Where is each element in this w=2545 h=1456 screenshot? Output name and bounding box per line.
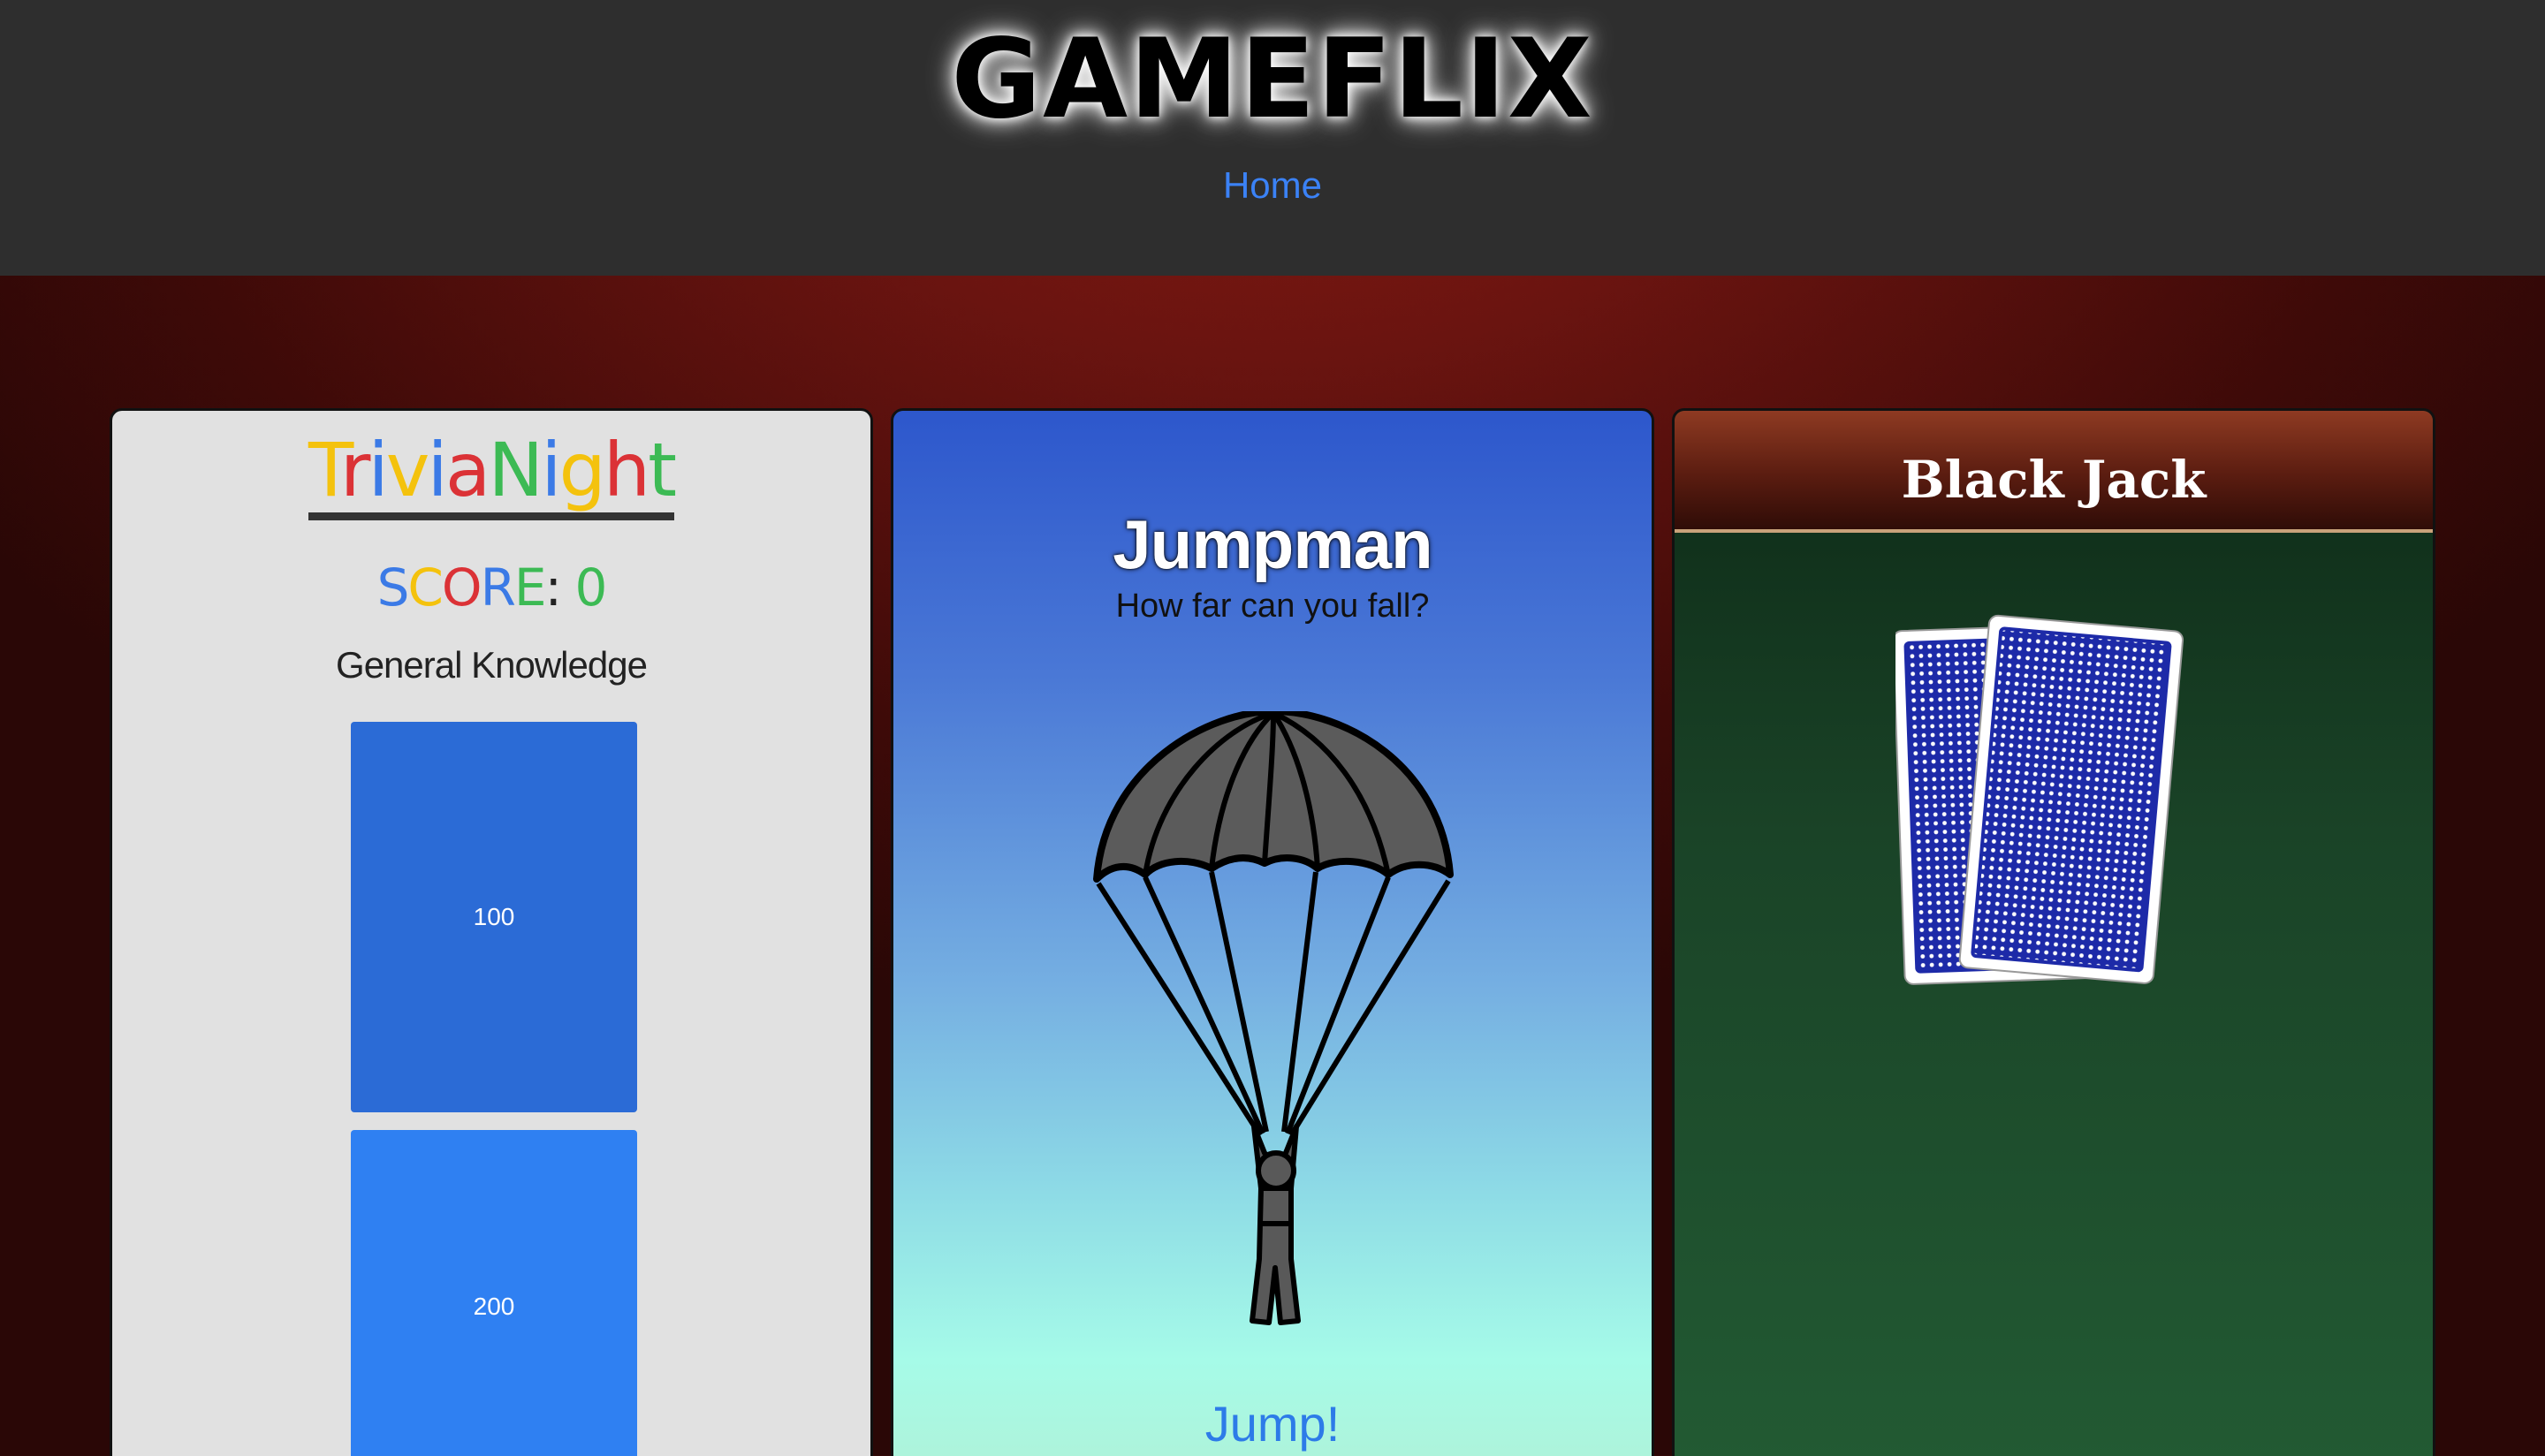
jumpman-subtitle: How far can you fall? [1115,588,1430,625]
jumpman-card[interactable]: Jumpman How far can you fall? Jump! [891,408,1654,1456]
logo-letter: g [558,427,606,513]
logo-letter: i [541,427,561,513]
score-separator: : [544,557,562,618]
score-letter: S [376,557,410,618]
site-title: GAMEFLIX [951,16,1594,143]
trivia-night-logo-text[interactable]: TriviaNight [308,427,677,520]
score-value: 0 [574,557,608,618]
trivia-night-card[interactable]: TriviaNight SCORE: 0 General Knowledge 1… [110,408,873,1456]
question-value: 200 [473,1293,515,1320]
category-title: General Knowledge [336,644,648,686]
logo-letter: r [339,427,371,513]
black-jack-card[interactable]: Black Jack [1672,408,2435,1456]
logo-letter: v [385,427,430,513]
card-deck-icon[interactable] [1895,614,2196,1003]
question-tile[interactable]: 200 [351,1130,637,1456]
black-jack-header: Black Jack [1675,411,2433,533]
logo-letter: T [308,427,343,513]
score-letter: E [513,557,547,618]
score-label: SCORE [376,557,547,618]
jumpman-title: Jumpman [1113,505,1432,583]
jump-button[interactable]: Jump! [893,1395,1652,1452]
parachute-icon [1093,711,1454,1325]
logo-letter: h [603,427,650,513]
score-letter: O [441,557,482,618]
logo-letter: i [368,427,388,513]
question-tile[interactable]: 100 [351,722,637,1112]
score-letter: C [407,557,443,618]
question-value: 100 [473,903,515,930]
trivia-night-logo[interactable]: TriviaNight [112,427,870,520]
nav-home-link[interactable]: Home [0,164,2545,207]
logo-letter: N [488,427,543,513]
logo-letter: i [427,427,448,513]
black-jack-title: Black Jack [1901,450,2207,510]
top-bar: GAMEFLIX Home [0,0,2545,276]
score-display: SCORE: 0 [112,557,870,618]
score-letter: R [480,557,516,618]
logo-letter: t [648,427,677,513]
logo-letter: a [444,427,491,513]
